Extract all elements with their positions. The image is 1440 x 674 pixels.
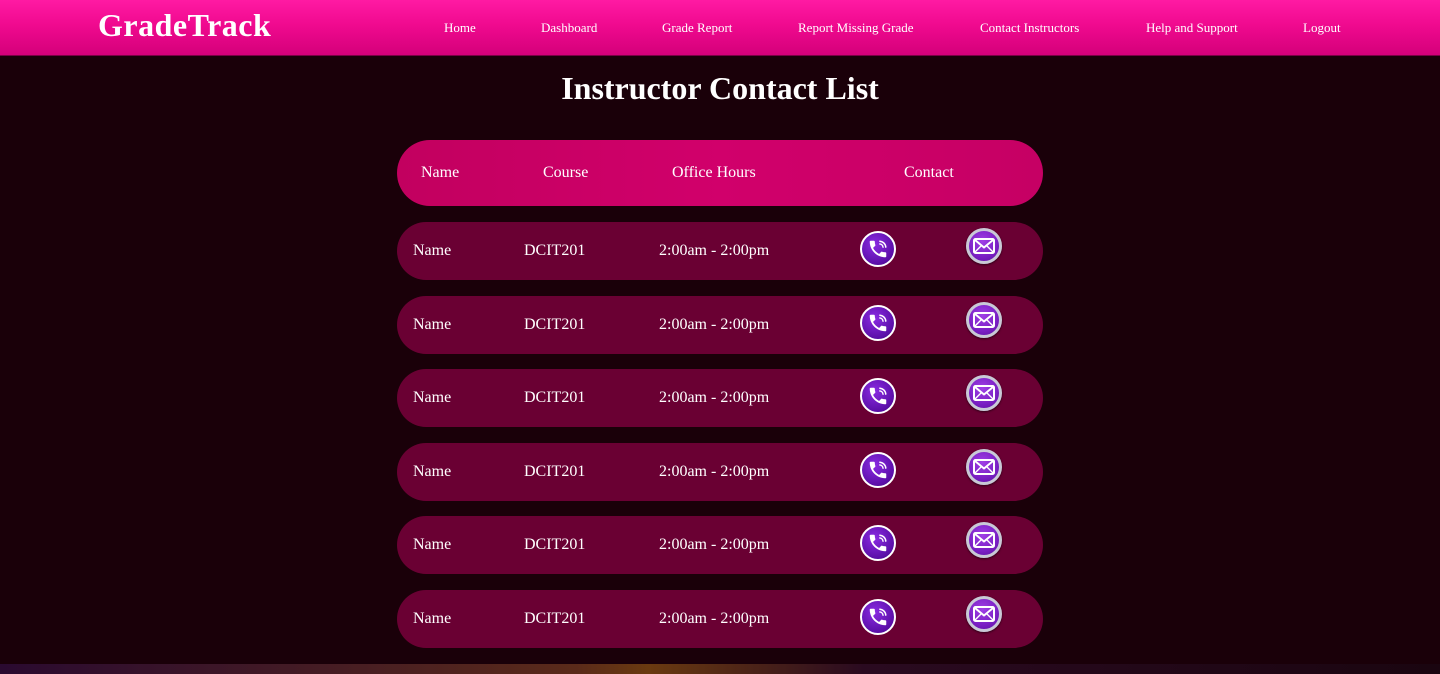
nav-report-missing-grade[interactable]: Report Missing Grade	[798, 20, 914, 36]
nav-home[interactable]: Home	[444, 20, 476, 36]
nav-grade-report[interactable]: Grade Report	[662, 20, 732, 36]
email-button[interactable]	[966, 522, 1002, 558]
nav-contact-instructors[interactable]: Contact Instructors	[980, 20, 1079, 36]
phone-call-icon	[869, 534, 887, 552]
phone-call-icon	[869, 608, 887, 626]
call-button[interactable]	[860, 231, 896, 267]
cell-course: DCIT201	[524, 242, 586, 259]
email-button[interactable]	[966, 228, 1002, 264]
table-row: Name DCIT201 2:00am - 2:00pm	[397, 590, 1043, 648]
cell-name: Name	[413, 316, 452, 333]
envelope-icon	[973, 459, 995, 475]
cell-office-hours: 2:00am - 2:00pm	[659, 536, 770, 553]
phone-call-icon	[869, 461, 887, 479]
header-contact: Contact	[904, 164, 954, 181]
header-name: Name	[421, 164, 460, 181]
page-title: Instructor Contact List	[561, 70, 879, 106]
phone-call-icon	[869, 240, 887, 258]
top-navbar: GradeTrack Home Dashboard Grade Report R…	[0, 0, 1440, 56]
table-row: Name DCIT201 2:00am - 2:00pm	[397, 222, 1043, 280]
cell-office-hours: 2:00am - 2:00pm	[659, 463, 770, 480]
cell-course: DCIT201	[524, 389, 586, 406]
email-button[interactable]	[966, 596, 1002, 632]
envelope-icon	[973, 532, 995, 548]
envelope-icon	[973, 312, 995, 328]
cell-course: DCIT201	[524, 463, 586, 480]
cell-course: DCIT201	[524, 316, 586, 333]
cell-course: DCIT201	[524, 610, 586, 627]
cell-office-hours: 2:00am - 2:00pm	[659, 610, 770, 627]
phone-call-icon	[869, 387, 887, 405]
table-row: Name DCIT201 2:00am - 2:00pm	[397, 369, 1043, 427]
cell-name: Name	[413, 610, 452, 627]
envelope-icon	[973, 606, 995, 622]
cell-office-hours: 2:00am - 2:00pm	[659, 389, 770, 406]
call-button[interactable]	[860, 525, 896, 561]
table-header: Name Course Office Hours Contact	[397, 140, 1043, 206]
nav-dashboard[interactable]: Dashboard	[541, 20, 597, 36]
phone-call-icon	[869, 314, 887, 332]
envelope-icon	[973, 385, 995, 401]
cell-name: Name	[413, 463, 452, 480]
email-button[interactable]	[966, 375, 1002, 411]
call-button[interactable]	[860, 378, 896, 414]
cell-course: DCIT201	[524, 536, 586, 553]
envelope-icon	[973, 238, 995, 254]
call-button[interactable]	[860, 599, 896, 635]
cell-name: Name	[413, 389, 452, 406]
cell-name: Name	[413, 536, 452, 553]
nav-logout[interactable]: Logout	[1303, 20, 1341, 36]
call-button[interactable]	[860, 452, 896, 488]
nav-links: Home Dashboard Grade Report Report Missi…	[0, 0, 1440, 56]
header-course: Course	[543, 164, 589, 181]
email-button[interactable]	[966, 449, 1002, 485]
cell-office-hours: 2:00am - 2:00pm	[659, 316, 770, 333]
table-row: Name DCIT201 2:00am - 2:00pm	[397, 296, 1043, 354]
header-office-hours: Office Hours	[672, 164, 756, 181]
bottom-edge	[0, 664, 1440, 674]
cell-name: Name	[413, 242, 452, 259]
cell-office-hours: 2:00am - 2:00pm	[659, 242, 770, 259]
table-row: Name DCIT201 2:00am - 2:00pm	[397, 516, 1043, 574]
email-button[interactable]	[966, 302, 1002, 338]
nav-help-and-support[interactable]: Help and Support	[1146, 20, 1238, 36]
table-row: Name DCIT201 2:00am - 2:00pm	[397, 443, 1043, 501]
call-button[interactable]	[860, 305, 896, 341]
